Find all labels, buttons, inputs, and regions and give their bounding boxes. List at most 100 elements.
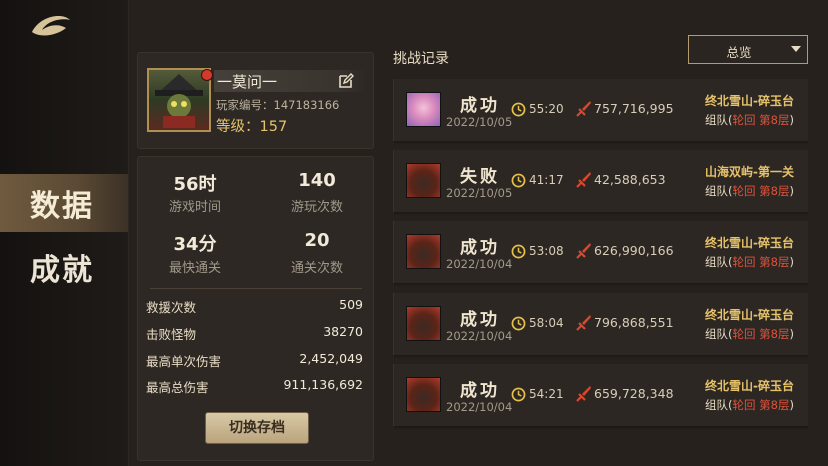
record-stage: 终北雪山-碎玉台 (705, 379, 794, 393)
record-damage: 796,868,551 (594, 315, 674, 330)
clock-icon (511, 244, 526, 259)
record-result: 失败 (460, 167, 500, 187)
record-team-cycle: 轮回 第8层 (732, 113, 790, 127)
clock-icon (511, 316, 526, 331)
record-team-suffix: ) (789, 184, 795, 198)
switch-save-button[interactable]: 切换存档 (205, 412, 309, 444)
profile-card: 一莫问一 玩家编号：147183166 等级：157 (137, 52, 374, 149)
record-team-suffix: ) (789, 255, 795, 269)
record-team-prefix: 组队( (705, 327, 733, 341)
record-team-cycle: 轮回 第8层 (732, 327, 790, 341)
record-row[interactable]: 成功 2022/10/04 58:04 796,868,551 终北雪山-碎玉台 组队(轮… (393, 293, 808, 359)
record-row[interactable]: 成功 2022/10/04 54:21 659,728,348 终北雪山-碎玉台 组队(轮… (393, 364, 808, 430)
record-team-cycle: 轮回 第8层 (732, 184, 790, 198)
record-date: 2022/10/04 (446, 329, 513, 343)
sword-icon (576, 243, 591, 259)
player-id: 玩家编号：147183166 (216, 98, 340, 112)
record-result: 成功 (460, 310, 500, 330)
nav-item-data-label: 数据 (30, 189, 94, 224)
clock-icon (511, 387, 526, 402)
record-avatar (406, 306, 441, 341)
record-row[interactable]: 成功 2022/10/04 53:08 626,990,166 终北雪山-碎玉台 组队(轮… (393, 221, 808, 287)
record-result: 成功 (460, 96, 500, 116)
record-team: 组队(轮回 第8层) (705, 183, 794, 199)
record-stage: 终北雪山-碎玉台 (705, 236, 794, 250)
stat-kills-label: 击败怪物 (146, 327, 197, 342)
record-team: 组队(轮回 第8层) (705, 326, 794, 342)
record-damage: 42,588,653 (594, 172, 666, 187)
record-damage: 757,716,995 (594, 101, 674, 116)
stat-max-total-label: 最高总伤害 (146, 380, 209, 395)
player-level: 等级：157 (216, 119, 288, 135)
record-team-prefix: 组队( (705, 255, 733, 269)
sword-icon (576, 315, 591, 331)
record-date: 2022/10/04 (446, 400, 513, 414)
edit-icon[interactable] (338, 73, 354, 89)
record-avatar (406, 234, 441, 269)
stat-rescue-label: 救援次数 (146, 300, 197, 315)
record-duration: 58:04 (529, 316, 564, 330)
record-stage: 终北雪山-碎玉台 (705, 94, 794, 108)
stat-max-hit-label: 最高单次伤害 (146, 354, 222, 369)
record-team: 组队(轮回 第8层) (705, 254, 794, 270)
stat-play-time-value: 56时 (173, 174, 217, 195)
stat-clear-count-label: 通关次数 (290, 261, 343, 276)
record-avatar (406, 163, 441, 198)
record-team: 组队(轮回 第8层) (705, 112, 794, 128)
record-date: 2022/10/05 (446, 115, 513, 129)
nav-item-achievements-label: 成就 (30, 253, 94, 288)
stat-fastest-clear-value: 34分 (173, 234, 217, 255)
sidebar: 数据 成就 (0, 0, 129, 466)
divider (150, 288, 362, 289)
nav-item-data[interactable]: 数据 (0, 174, 128, 232)
stat-play-count-value: 140 (298, 170, 336, 191)
record-team: 组队(轮回 第8层) (705, 397, 794, 413)
record-team-suffix: ) (789, 113, 795, 127)
record-duration: 54:21 (529, 387, 564, 401)
stats-panel: 56时 游戏时间 140 游玩次数 34分 最快通关 20 通关次数 救援次数 … (137, 156, 374, 461)
stat-play-time-label: 游戏时间 (168, 200, 221, 215)
stat-max-hit-value: 2,452,049 (299, 351, 363, 366)
sword-icon (576, 101, 591, 117)
record-date: 2022/10/05 (446, 186, 513, 200)
clock-icon (511, 173, 526, 188)
record-row[interactable]: 失败 2022/10/05 41:17 42,588,653 山海双屿-第一关 组队(轮回… (393, 150, 808, 216)
record-date: 2022/10/04 (446, 257, 513, 271)
record-duration: 55:20 (529, 102, 564, 116)
record-team-prefix: 组队( (705, 398, 733, 412)
filter-dropdown[interactable]: 总览 (688, 35, 808, 64)
record-duration: 41:17 (529, 173, 564, 187)
stat-play-count-label: 游玩次数 (290, 200, 343, 215)
notification-dot (201, 69, 213, 81)
record-result: 成功 (460, 238, 500, 258)
stat-kills-value: 38270 (323, 324, 363, 339)
stat-fastest-clear-label: 最快通关 (168, 261, 221, 276)
stat-clear-count-value: 20 (304, 230, 330, 251)
filter-selected-value: 总览 (726, 45, 752, 60)
stat-max-total-value: 911,136,692 (283, 377, 363, 392)
record-avatar (406, 377, 441, 412)
stat-rescue-value: 509 (339, 297, 363, 312)
record-team-prefix: 组队( (705, 113, 733, 127)
record-team-prefix: 组队( (705, 184, 733, 198)
record-avatar (406, 92, 441, 127)
record-result: 成功 (460, 381, 500, 401)
record-stage: 终北雪山-碎玉台 (705, 308, 794, 322)
record-team-cycle: 轮回 第8层 (732, 255, 790, 269)
record-team-suffix: ) (789, 398, 795, 412)
record-team-suffix: ) (789, 327, 795, 341)
records-title: 挑战记录 (393, 51, 449, 67)
record-duration: 53:08 (529, 244, 564, 258)
sword-icon (576, 172, 591, 188)
record-damage: 626,990,166 (594, 243, 674, 258)
player-name: 一莫问一 (217, 73, 278, 91)
record-team-cycle: 轮回 第8层 (732, 398, 790, 412)
nav-item-achievements[interactable]: 成就 (0, 238, 128, 296)
record-damage: 659,728,348 (594, 386, 674, 401)
game-logo-icon (32, 16, 70, 36)
chevron-down-icon (791, 46, 801, 52)
clock-icon (511, 102, 526, 117)
record-stage: 山海双屿-第一关 (705, 165, 794, 179)
avatar-portrait-icon (155, 74, 203, 128)
record-row[interactable]: 成功 2022/10/05 55:20 757,716,995 终北雪山-碎玉台 组队(轮… (393, 79, 808, 145)
